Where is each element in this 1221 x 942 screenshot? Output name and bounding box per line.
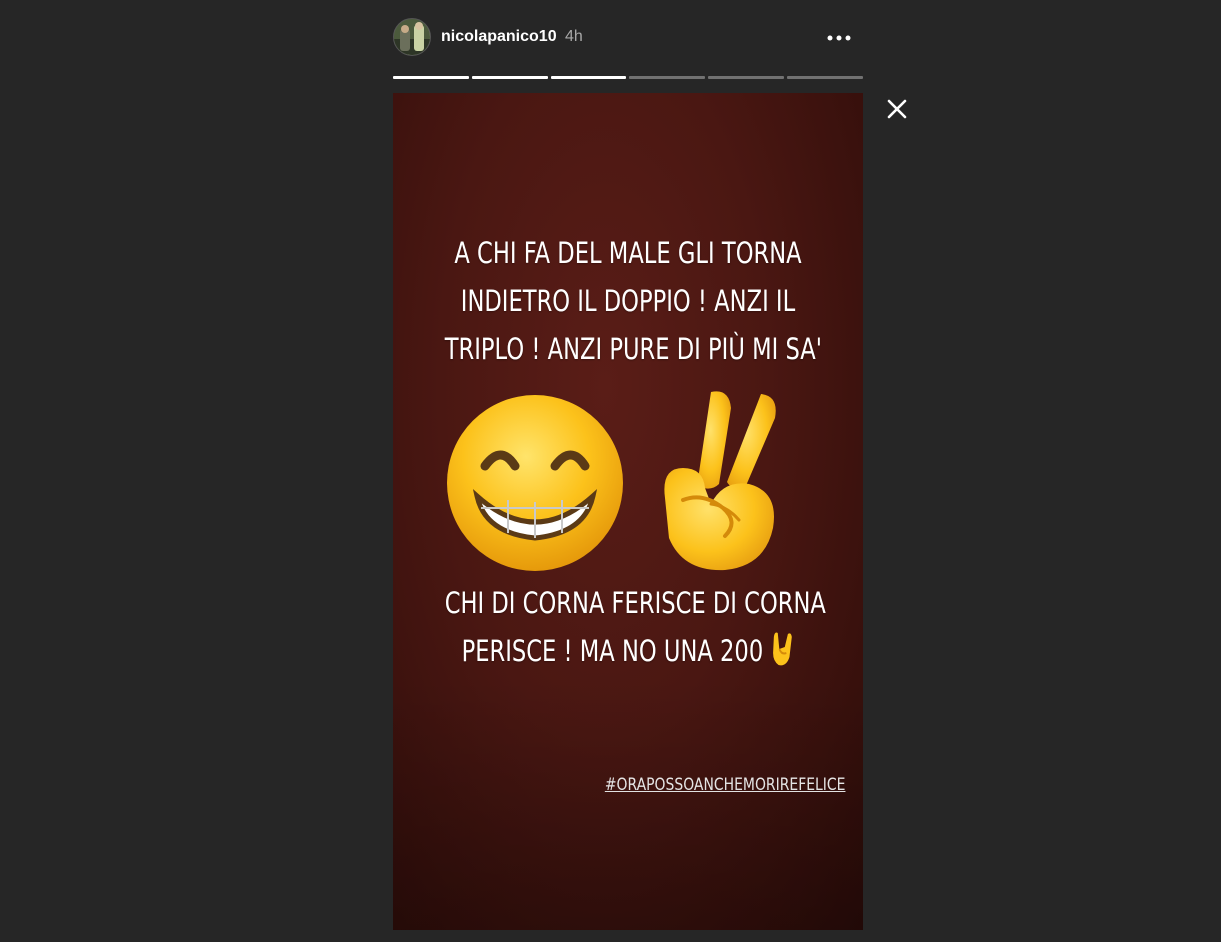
story-progress-bar — [393, 76, 863, 79]
progress-segment — [550, 76, 627, 79]
progress-segment-fill — [393, 76, 469, 79]
story-text-line: PERISCE ! MA NO UNA 200 — [461, 634, 764, 668]
close-icon[interactable] — [882, 94, 912, 124]
story-header: nicolapanico10 4h — [393, 18, 863, 58]
story-text-line: CHI DI CORNA FERISCE DI CORNA — [444, 586, 826, 620]
story-text-line-with-emoji: PERISCE ! MA NO UNA 200 — [445, 627, 812, 675]
avatar[interactable] — [393, 18, 431, 56]
progress-segment — [629, 76, 706, 79]
story-text-line: A CHI FA DEL MALE GLI TORNA — [454, 236, 802, 270]
timestamp: 4h — [565, 28, 583, 45]
username[interactable]: nicolapanico10 — [441, 28, 557, 46]
progress-segment — [393, 76, 469, 79]
story-viewer: nicolapanico10 4h A CHI FA DEL MALE GLI … — [0, 0, 1221, 942]
story-bottom-text: CHI DI CORNA FERISCE DI CORNA PERISCE ! … — [444, 579, 826, 675]
avatar-photo — [394, 19, 430, 55]
hashtag-link[interactable]: #ORAPOSSOANCHEMORIREFELICE — [604, 775, 845, 795]
story-text-line: TRIPLO ! ANZI PURE DI PIÙ MI SA' — [444, 332, 822, 366]
victory-hand-icon — [664, 391, 776, 571]
progress-segment-fill — [471, 76, 548, 79]
grinning-face-icon — [447, 395, 623, 571]
story-content[interactable]: A CHI FA DEL MALE GLI TORNA INDIETRO IL … — [393, 93, 863, 930]
story-text-line: INDIETRO IL DOPPIO ! ANZI IL — [460, 284, 796, 318]
story-top-text: A CHI FA DEL MALE GLI TORNA INDIETRO IL … — [444, 229, 822, 373]
emoji-graphics — [447, 391, 776, 571]
more-dots-icon[interactable] — [825, 26, 855, 50]
progress-segment — [787, 76, 863, 79]
sign-of-the-horns-icon — [771, 631, 794, 667]
progress-segment — [708, 76, 785, 79]
emoji-row — [393, 388, 863, 578]
progress-segment — [471, 76, 548, 79]
progress-segment-fill — [550, 76, 627, 79]
